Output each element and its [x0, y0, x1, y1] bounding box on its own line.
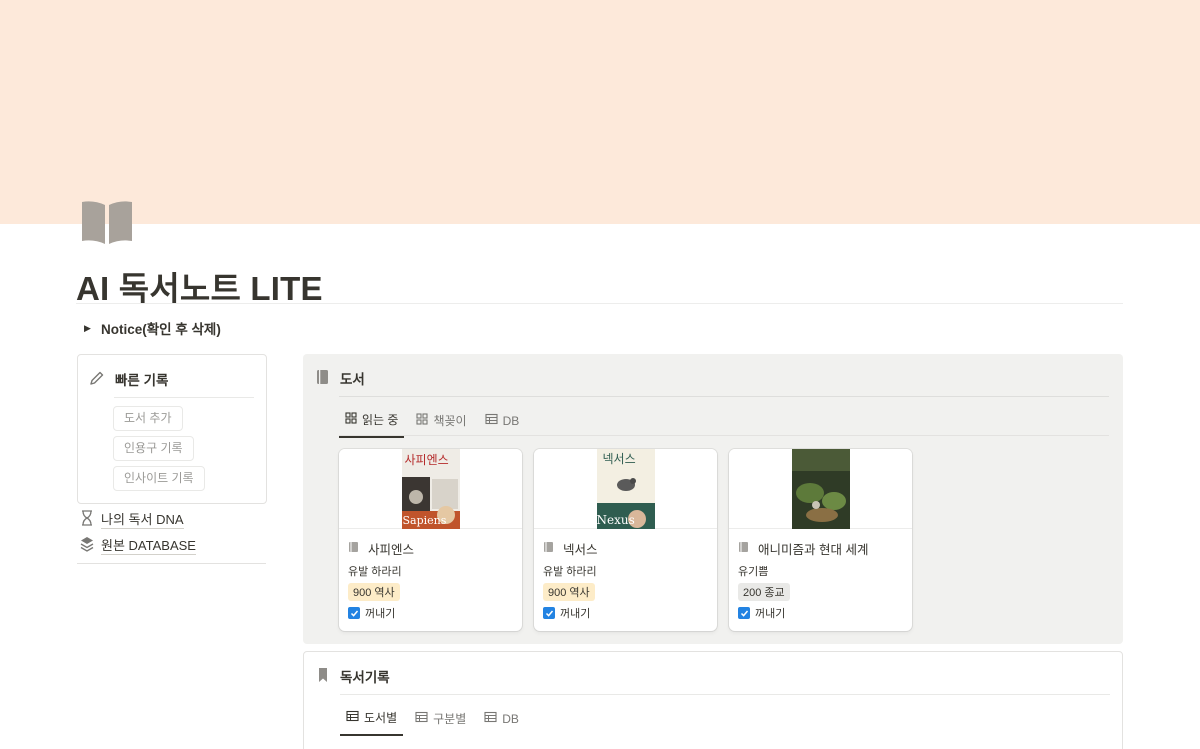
reading-log-view-tabs: 도서별 구분별 DB	[340, 704, 531, 736]
checkbox-checked-icon[interactable]	[738, 607, 750, 619]
page-doc-icon	[738, 541, 749, 556]
tab-by-category[interactable]: 구분별	[409, 704, 472, 736]
card-title: 사피엔스	[348, 539, 414, 558]
book-cover-title: 사피엔스	[404, 453, 449, 467]
card-cover-area: 넥서스 Nexus	[534, 449, 717, 529]
page-doc-icon	[543, 541, 554, 556]
quick-record-header: 빠른 기록	[89, 369, 168, 389]
page-cover[interactable]	[0, 0, 1200, 224]
gallery-icon	[345, 412, 357, 427]
book-card[interactable]: 사피엔스 Sapiens 사피엔스 유발 하라리 900 역사 꺼내기	[339, 449, 522, 631]
checkbox-checked-icon[interactable]	[543, 607, 555, 619]
books-header: 도서	[315, 368, 365, 388]
card-author: 유발 하라리	[348, 566, 402, 578]
reading-dna-link[interactable]: 나의 독서 DNA	[80, 510, 184, 529]
reading-log-title: 독서기록	[340, 670, 390, 685]
tab-label: 책꽂이	[433, 414, 467, 428]
notice-toggle-label: Notice(확인 후 삭제)	[101, 322, 221, 337]
quick-record-callout: 빠른 기록 도서 추가 인용구 기록 인사이트 기록	[77, 354, 267, 504]
book-cover-subtitle: Sapiens	[402, 514, 447, 527]
tab-label: 구분별	[433, 712, 467, 726]
take-out-checkbox[interactable]: 꺼내기	[348, 605, 395, 621]
card-cover-area	[729, 449, 912, 529]
checkbox-checked-icon[interactable]	[348, 607, 360, 619]
book-cover-image: 넥서스 Nexus	[596, 449, 655, 529]
add-insight-button[interactable]: 인사이트 기록	[113, 466, 205, 491]
divider	[339, 396, 1109, 397]
checkbox-label: 꺼내기	[560, 608, 591, 620]
book-cover-title: 넥서스	[602, 452, 636, 466]
tab-db[interactable]: DB	[478, 704, 525, 736]
pencil-icon	[89, 370, 105, 389]
tab-bookshelf[interactable]: 책꽂이	[410, 406, 472, 438]
card-title-text: 사피엔스	[368, 543, 415, 557]
divider	[340, 694, 1110, 695]
reading-log-header: 독서기록	[316, 666, 390, 686]
divider	[114, 397, 254, 398]
table-icon	[346, 710, 359, 725]
book-card[interactable]: 애니미즘과 현대 세계 유기쁨 200 종교 꺼내기	[729, 449, 912, 631]
quick-record-title: 빠른 기록	[115, 373, 169, 388]
book-cover-subtitle: Nexus	[596, 513, 635, 527]
tab-label: 도서별	[364, 711, 398, 725]
tab-db[interactable]: DB	[479, 406, 526, 438]
side-divider	[77, 563, 266, 564]
gallery-icon	[416, 413, 429, 428]
card-title: 넥서스	[543, 539, 598, 558]
tab-label: DB	[502, 413, 520, 428]
add-book-button[interactable]: 도서 추가	[113, 406, 183, 431]
books-view-tabs: 읽는 중 책꽂이 DB	[339, 406, 531, 438]
card-author: 유기쁨	[738, 566, 769, 578]
original-database-label: 원본 DATABASE	[101, 537, 196, 555]
open-book-icon[interactable]	[80, 200, 134, 246]
card-title-text: 넥서스	[563, 543, 598, 557]
book-icon	[315, 369, 330, 388]
triangle-right-icon[interactable]: ▶	[84, 323, 93, 334]
original-database-link[interactable]: 원본 DATABASE	[80, 536, 196, 555]
take-out-checkbox[interactable]: 꺼내기	[738, 605, 785, 621]
checkbox-label: 꺼내기	[755, 608, 786, 620]
card-title: 애니미즘과 현대 세계	[738, 539, 868, 558]
hourglass-icon	[80, 510, 94, 529]
category-tag: 900 역사	[543, 583, 595, 601]
add-quote-button[interactable]: 인용구 기록	[113, 436, 194, 461]
title-divider	[76, 303, 1123, 304]
tab-reading[interactable]: 읽는 중	[339, 406, 405, 438]
table-icon	[485, 413, 498, 428]
take-out-checkbox[interactable]: 꺼내기	[543, 605, 590, 621]
card-title-text: 애니미즘과 현대 세계	[758, 543, 869, 557]
page-doc-icon	[348, 541, 359, 556]
table-icon	[484, 711, 497, 726]
checkbox-label: 꺼내기	[365, 608, 396, 620]
book-card[interactable]: 넥서스 Nexus 넥서스 유발 하라리 900 역사 꺼내기	[534, 449, 717, 631]
tab-label: DB	[502, 711, 519, 726]
layers-icon	[80, 536, 94, 555]
tab-by-book[interactable]: 도서별	[340, 704, 404, 736]
category-tag: 200 종교	[738, 583, 790, 601]
notice-toggle[interactable]: ▶ Notice(확인 후 삭제)	[84, 318, 221, 338]
reading-dna-label: 나의 독서 DNA	[101, 511, 184, 529]
books-title: 도서	[340, 372, 365, 387]
tab-underline	[339, 435, 1109, 436]
card-author: 유발 하라리	[543, 566, 597, 578]
table-icon	[415, 711, 428, 726]
book-cover-image: 사피엔스 Sapiens	[401, 449, 460, 529]
reading-log-section: 독서기록 도서별 구분별 DB	[303, 651, 1123, 749]
tab-label: 읽는 중	[362, 413, 399, 427]
card-cover-area: 사피엔스 Sapiens	[339, 449, 522, 529]
books-section: 도서 읽는 중 책꽂이 DB 사피엔스 Sapiens 사피엔스 유발 하라리 …	[303, 354, 1123, 644]
book-cover-image	[791, 449, 850, 529]
bookmark-icon	[316, 667, 330, 686]
category-tag: 900 역사	[348, 583, 400, 601]
